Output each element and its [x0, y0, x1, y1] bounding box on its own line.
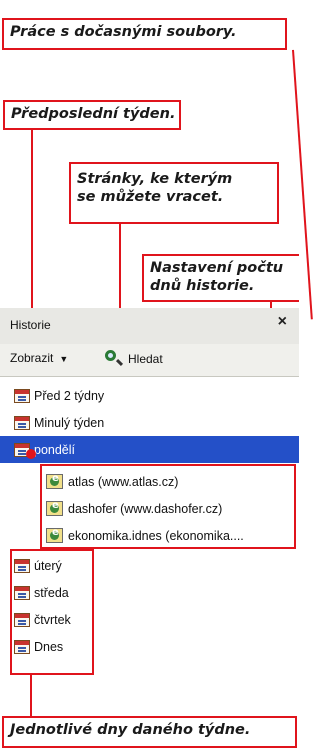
callout-history-days-line1: Nastavení počtu: [150, 260, 284, 276]
search-button[interactable]: Hledat: [104, 349, 163, 369]
panel-title: Historie: [10, 318, 51, 332]
view-dropdown-label: Zobrazit: [10, 351, 54, 365]
callout-temp-files: Práce s dočasnými soubory.: [2, 18, 287, 50]
calendar-icon: [14, 415, 30, 430]
callout-previous-week: Předposlední týden.: [3, 100, 181, 130]
leader-dot: [26, 449, 36, 459]
callout-temp-files-text: Práce s dočasnými soubory.: [10, 24, 237, 40]
callout-revisit-pages-line1: Stránky, ke kterým: [77, 171, 233, 187]
callout-days-of-week: Jednotlivé dny daného týdne.: [2, 716, 297, 748]
callout-history-days: Nastavení počtu dnů historie.: [142, 254, 299, 302]
highlight-sites-frame: [40, 464, 296, 549]
callout-days-of-week-text: Jednotlivé dny daného týdne.: [10, 722, 251, 738]
callout-revisit-pages: Stránky, ke kterým se můžete vracet.: [69, 162, 279, 224]
history-toolbar: Zobrazit ▼ Hledat: [0, 344, 299, 377]
history-item-monday[interactable]: pondělí: [0, 436, 299, 463]
leader-line-days-of-week: [30, 675, 32, 716]
history-item-last-week[interactable]: Minulý týden: [0, 409, 299, 436]
history-item-label: pondělí: [34, 442, 76, 457]
callout-previous-week-text: Předposlední týden.: [11, 106, 176, 122]
history-item-label: Před 2 týdny: [34, 388, 105, 403]
calendar-icon: [14, 388, 30, 403]
history-item-2-weeks-ago[interactable]: Před 2 týdny: [0, 382, 299, 409]
callout-revisit-pages-line2: se můžete vracet.: [77, 189, 224, 205]
view-dropdown[interactable]: Zobrazit ▼: [10, 351, 68, 365]
history-item-label: Minulý týden: [34, 415, 105, 430]
chevron-down-icon: ▼: [59, 354, 69, 364]
search-icon: [104, 349, 124, 369]
highlight-days-frame: [10, 549, 94, 675]
panel-header: Historie ×: [0, 308, 299, 344]
close-icon[interactable]: ×: [278, 313, 287, 331]
callout-history-days-line2: dnů historie.: [150, 278, 255, 294]
search-button-label: Hledat: [128, 352, 163, 366]
